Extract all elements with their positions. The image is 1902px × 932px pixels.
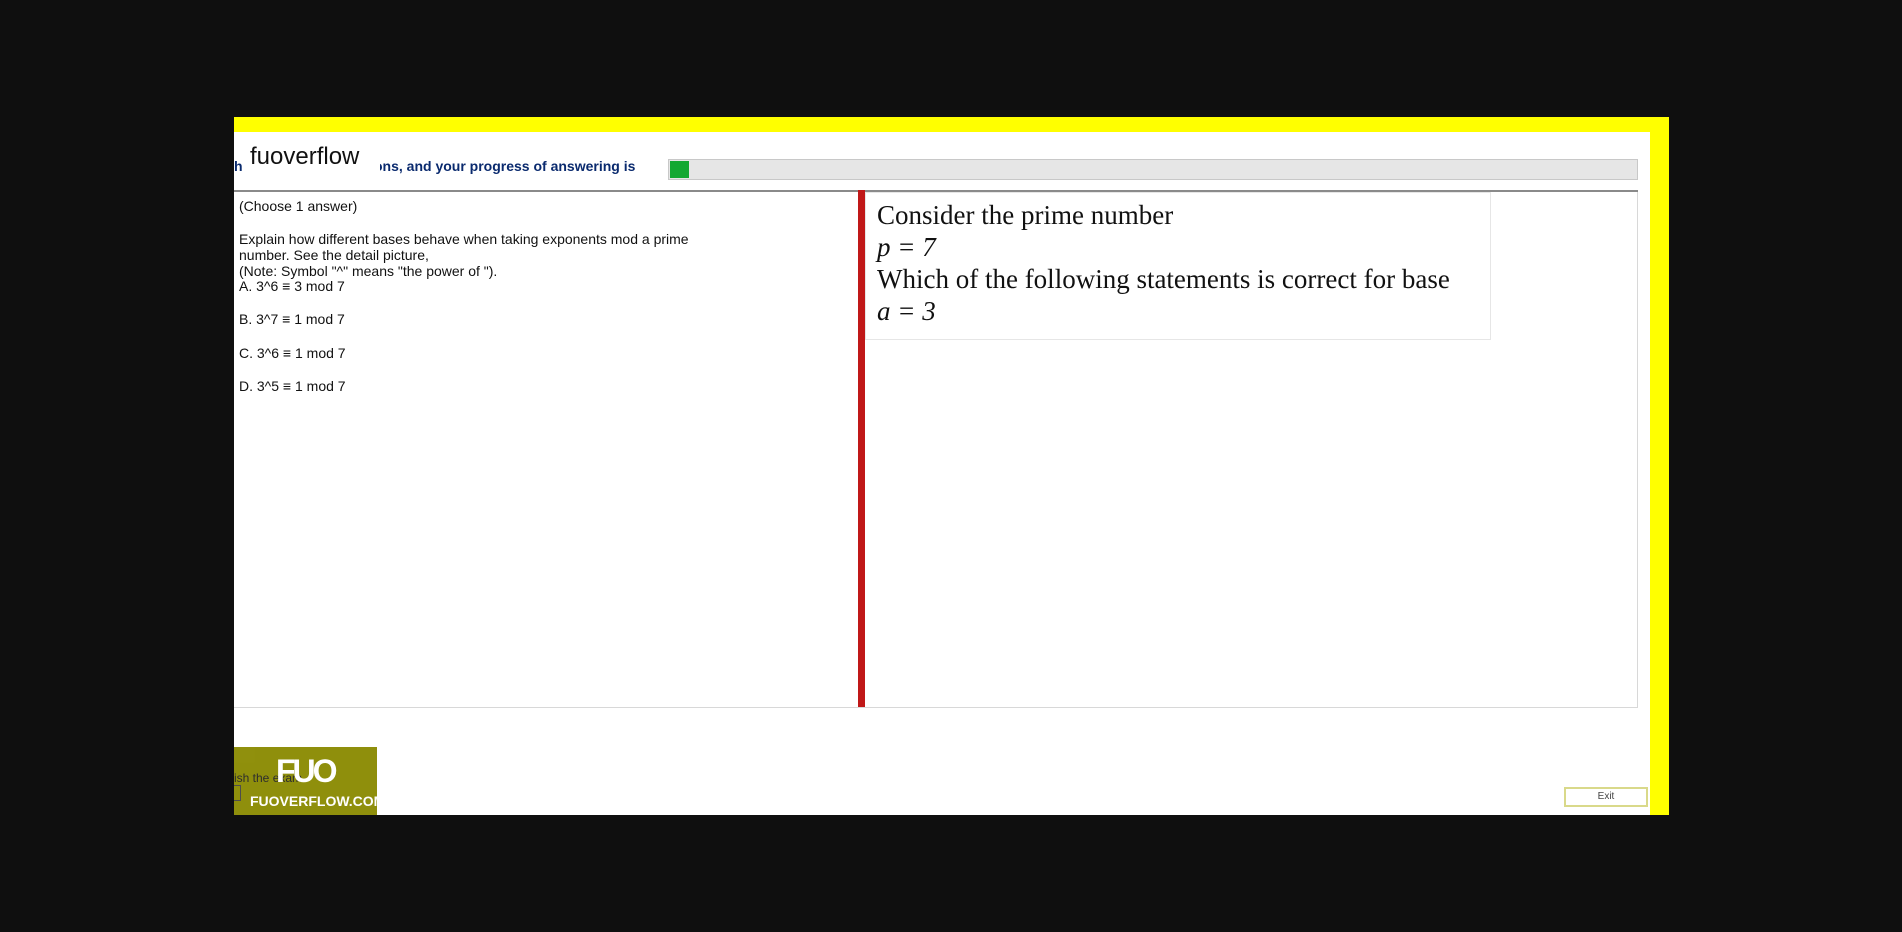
image-line: Consider the prime number bbox=[877, 200, 1174, 230]
image-line: a = 3 bbox=[877, 295, 1480, 327]
image-line-text: a = 3 bbox=[877, 296, 936, 326]
watermark-logo: ish the exam FUO FUOVERFLOW.COM bbox=[234, 747, 385, 815]
exit-button[interactable]: Exit bbox=[1564, 787, 1648, 807]
question-text: Explain how different bases behave when … bbox=[239, 231, 759, 279]
pane-splitter[interactable] bbox=[858, 190, 865, 707]
option-b[interactable]: B. 3^7 ≡ 1 mod 7 bbox=[239, 311, 345, 327]
answer-progress-fill bbox=[670, 161, 689, 178]
question-image: Consider the prime number p = 7 Which of… bbox=[865, 192, 1491, 340]
finish-checkbox[interactable] bbox=[234, 785, 241, 801]
logo-mark: FUO bbox=[276, 753, 338, 789]
exam-panel: h ons, and your progress of answering is… bbox=[234, 132, 1650, 815]
question-line: number. See the detail picture, bbox=[239, 247, 429, 263]
question-line: (Note: Symbol "^" means "the power of ")… bbox=[239, 263, 498, 279]
option-c[interactable]: C. 3^6 ≡ 1 mod 7 bbox=[239, 345, 346, 361]
image-line-text: p = 7 bbox=[877, 232, 936, 262]
question-line: Explain how different bases behave when … bbox=[239, 231, 689, 247]
header-text-left: h bbox=[234, 158, 243, 174]
option-d[interactable]: D. 3^5 ≡ 1 mod 7 bbox=[239, 378, 346, 394]
image-line: Which of the following statements is cor… bbox=[877, 264, 1450, 294]
exam-window: h ons, and your progress of answering is… bbox=[234, 117, 1669, 815]
watermark-label: fuoverflow bbox=[244, 142, 380, 172]
logo-site-text: FUOVERFLOW.COM bbox=[250, 793, 386, 809]
detail-pane: Consider the prime number p = 7 Which of… bbox=[865, 192, 1638, 707]
header-text-right: ons, and your progress of answering is bbox=[374, 158, 636, 174]
content-bottom-border bbox=[234, 707, 1638, 708]
option-a[interactable]: A. 3^6 ≡ 3 mod 7 bbox=[239, 278, 345, 294]
question-pane: (Choose 1 answer) Explain how different … bbox=[234, 192, 857, 707]
image-line: p = 7 bbox=[877, 231, 1480, 263]
answer-instruction: (Choose 1 answer) bbox=[239, 198, 358, 214]
answer-progress-bar bbox=[668, 159, 1638, 180]
